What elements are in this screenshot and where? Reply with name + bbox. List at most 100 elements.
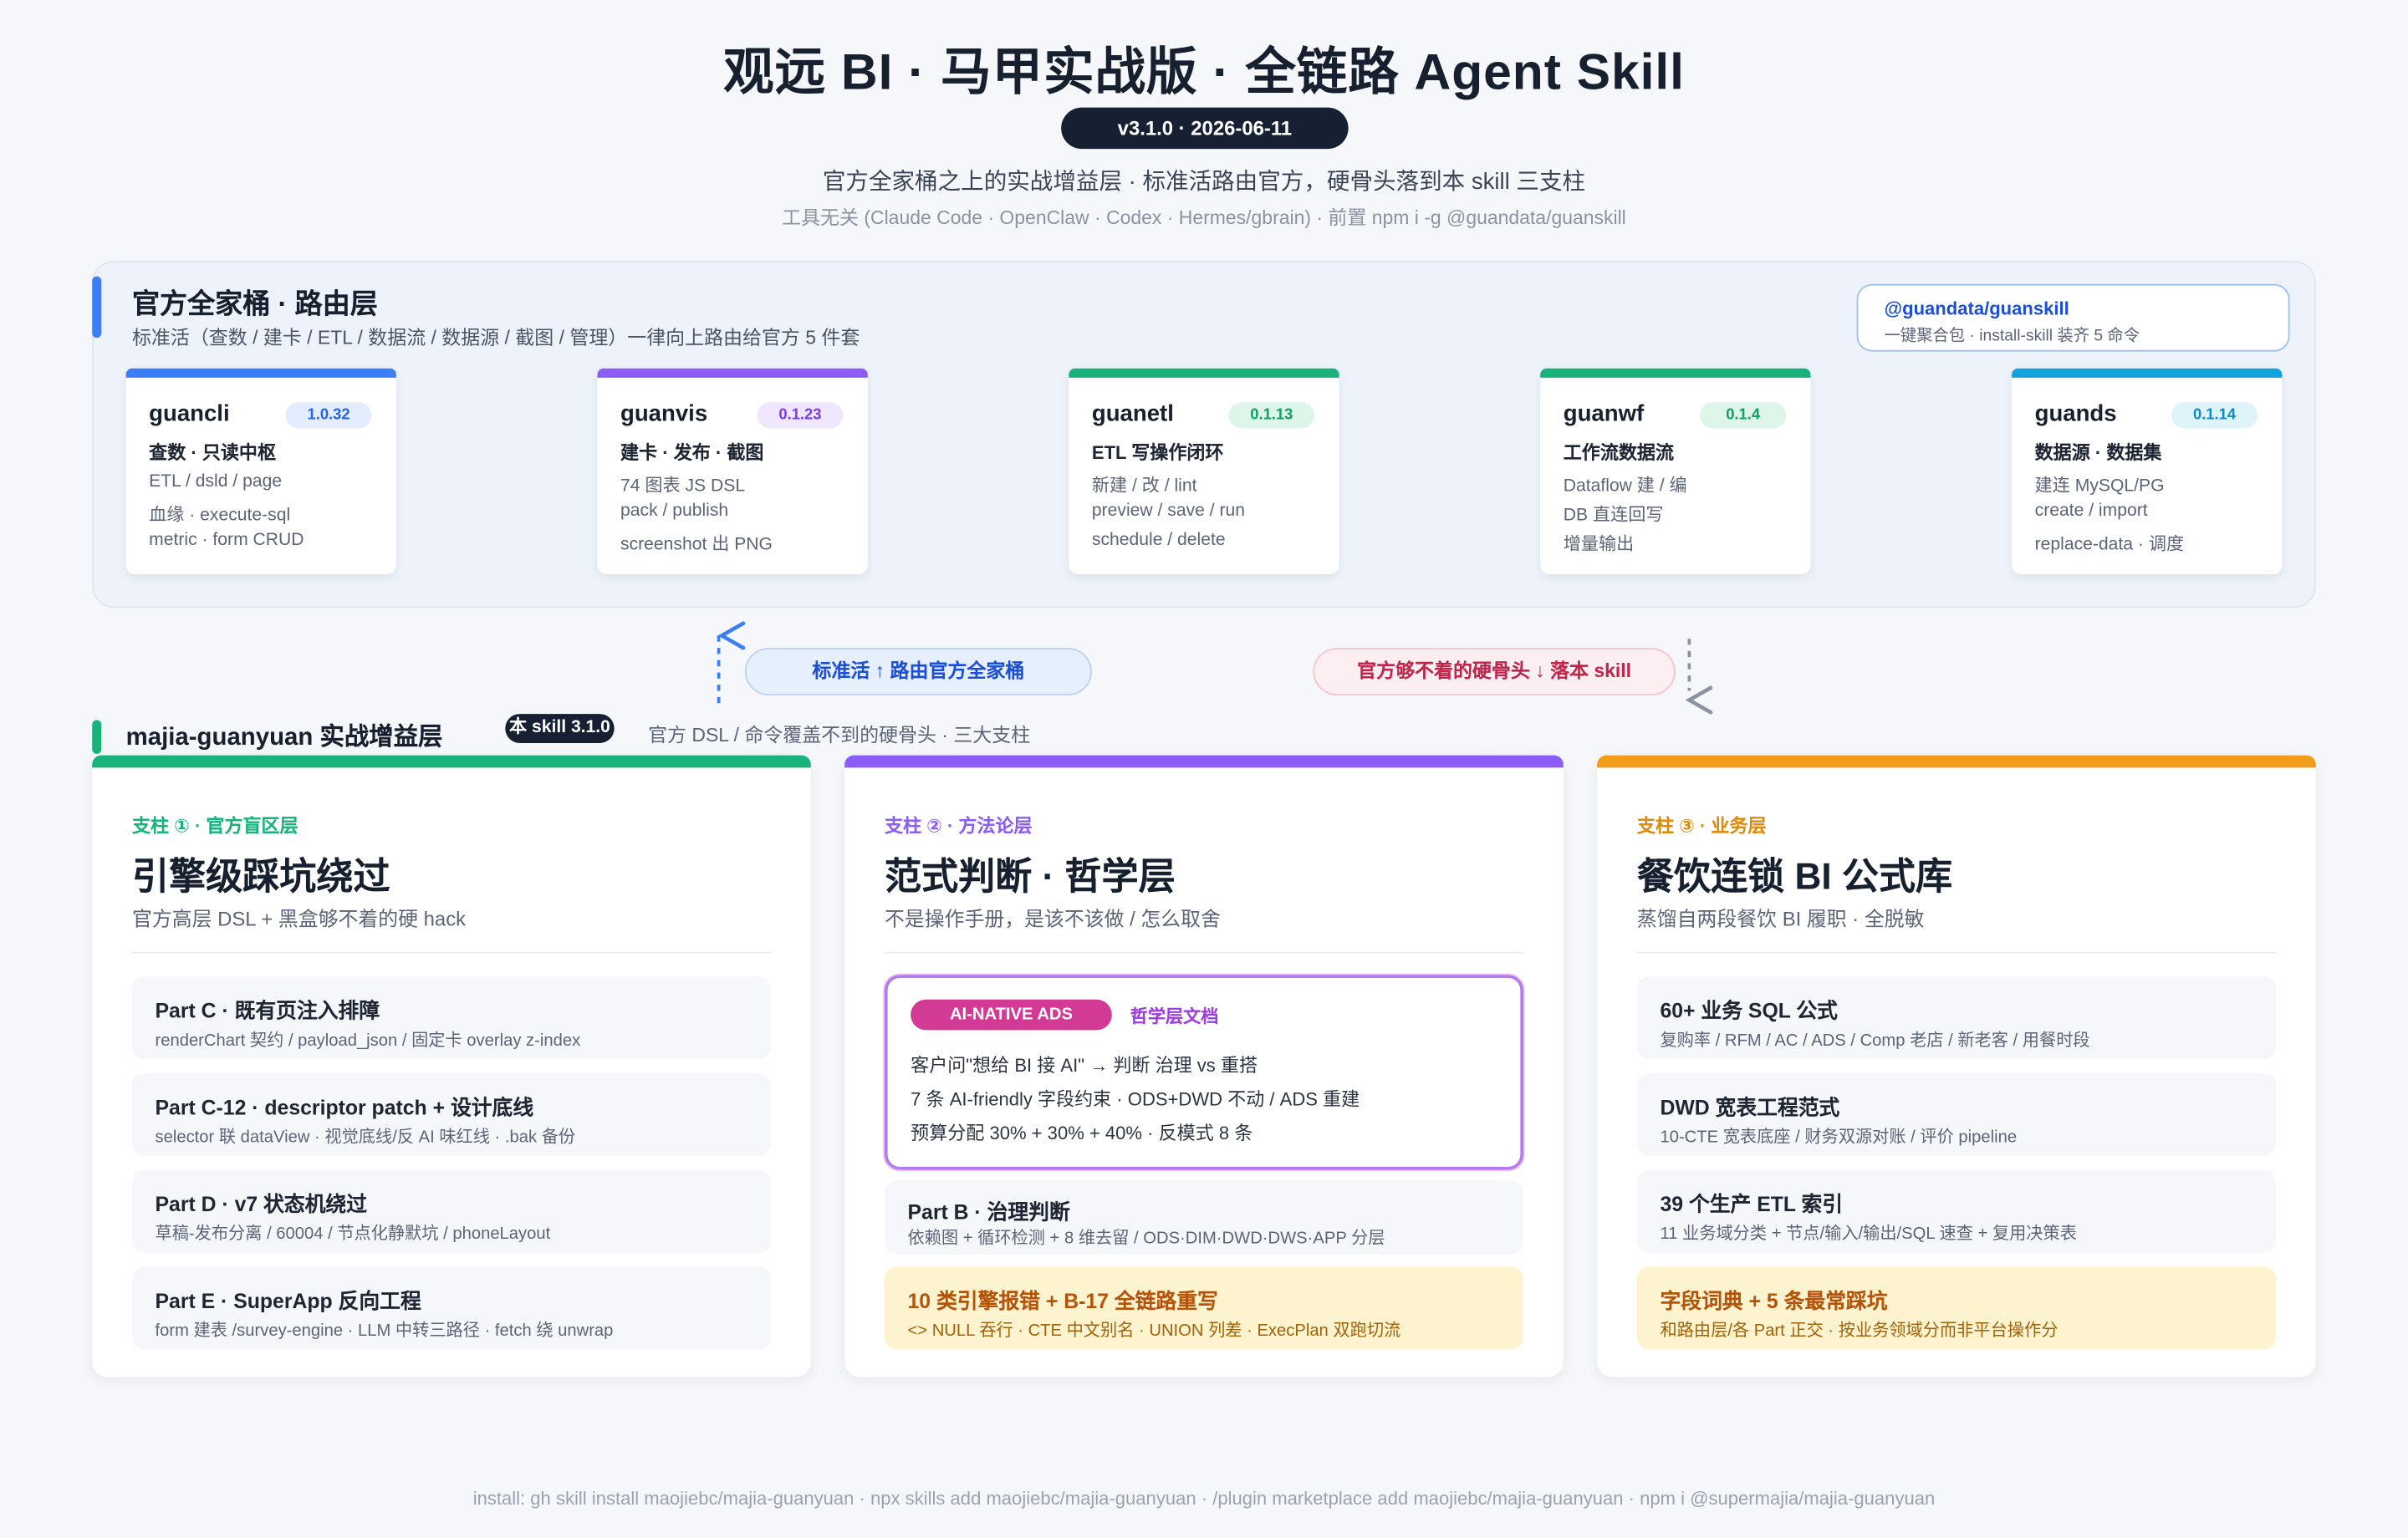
item-desc: form 建表 /survey-engine · LLM 中转三路径 · fet…	[155, 1322, 614, 1341]
item-title: 39 个生产 ETL 索引	[1660, 1193, 1844, 1216]
package-card-guancli: guancli 1.0.32 查数 · 只读中枢 ETL / dsld / page 血…	[125, 368, 396, 574]
divider	[131, 951, 772, 954]
pillar-3-title: 餐饮连锁 BI 公式库	[1636, 856, 1953, 899]
list-item: 60+ 业务 SQL 公式 复购率 / RFM / AC / ADS / Com…	[1636, 976, 2276, 1060]
skill-title: majia-guanyuan 实战增益层	[125, 724, 443, 751]
list-item-highlight: 10 类引擎报错 + B-17 全链路重写 <> NULL 吞行 · CTE 中…	[884, 1266, 1524, 1350]
ads-line: 7 条 AI-friendly 字段约束 · ODS+DWD 不动 / ADS …	[911, 1088, 1360, 1110]
divider	[884, 951, 1524, 954]
pillar-3-top-bar	[1597, 755, 2316, 768]
package-feature-line: 增量输出	[1563, 536, 1635, 555]
package-card-guands: guands 0.1.14 数据源 · 数据集 建连 MySQL/PG create /…	[2012, 368, 2283, 574]
package-version-badge: 0.1.23	[757, 402, 844, 429]
package-card-guanvis: guanvis 0.1.23 建卡 · 发布 · 截图 74 图表 JS DSL pac…	[597, 368, 868, 574]
package-feature-line: pack / publish	[620, 502, 729, 521]
item-desc: 复购率 / RFM / AC / ADS / Comp 老店 / 新老客 / 用…	[1660, 1031, 2090, 1051]
item-desc: 和路由层/各 Part 正交 · 按业务领域分而非平台操作分	[1660, 1322, 2059, 1341]
package-feature-line: screenshot 出 PNG	[620, 536, 773, 555]
package-accent-bar	[597, 368, 868, 378]
item-desc: selector 联 dataView · 视觉底线/反 AI 味红线 · .b…	[155, 1128, 576, 1148]
package-role: 查数 · 只读中枢	[149, 441, 277, 464]
package-feature-line: preview / save / run	[1091, 502, 1246, 521]
package-feature-line: ETL / dsld / page	[149, 472, 283, 491]
list-item: 39 个生产 ETL 索引 11 业务域分类 + 节点/输入/输出/SQL 速查…	[1636, 1169, 2276, 1253]
package-feature-line: Dataflow 建 / 编	[1563, 477, 1687, 497]
bundle-name: @guandata/guanskill	[1884, 298, 2069, 320]
item-title: 10 类引擎报错 + B-17 全链路重写	[907, 1289, 1218, 1313]
divider	[1636, 951, 2276, 954]
item-title: 字段词典 + 5 条最常踩坑	[1660, 1289, 1888, 1313]
skill-accent-bar	[92, 720, 102, 754]
pillar-1-label: 支柱 ① · 官方盲区层	[131, 815, 298, 838]
version-badge: v3.1.0 · 2026-06-11	[1061, 107, 1349, 150]
package-feature-line: schedule / delete	[1091, 531, 1226, 550]
bundle-desc: 一键聚合包 · install-skill 装齐 5 命令	[1884, 327, 2140, 346]
item-title: 60+ 业务 SQL 公式	[1660, 999, 1838, 1023]
route-down-arrow	[1685, 639, 1713, 715]
package-feature-line: create / import	[2034, 502, 2148, 521]
list-item: DWD 宽表工程范式 10-CTE 宽表底座 / 财务双源对账 / 评价 pip…	[1636, 1072, 2276, 1157]
item-title: DWD 宽表工程范式	[1660, 1096, 1840, 1119]
ads-line: 预算分配 30% + 30% + 40% · 反模式 8 条	[911, 1122, 1253, 1144]
pillar-1-top-bar	[92, 755, 811, 768]
page-note: 工具无关 (Claude Code · OpenClaw · Codex · H…	[782, 206, 1626, 229]
item-desc: <> NULL 吞行 · CTE 中文别名 · UNION 列差 · ExecP…	[907, 1322, 1401, 1341]
page-subtitle: 官方全家桶之上的实战增益层 · 标准活路由官方，硬骨头落到本 skill 三支柱	[822, 169, 1586, 196]
ads-doc-label: 哲学层文档	[1130, 1008, 1219, 1027]
skill-badge: 本 skill 3.1.0	[505, 714, 615, 743]
pillar-1-subtitle: 官方高层 DSL + 黑盒够不着的硬 hack	[131, 907, 467, 931]
package-name: guands	[2034, 400, 2117, 427]
package-role: ETL 写操作闭环	[1091, 441, 1224, 464]
package-name: guanvis	[620, 400, 708, 427]
package-feature-line: DB 直连回写	[1563, 507, 1664, 526]
package-role: 工作流数据流	[1563, 441, 1675, 464]
list-item: Part C-12 · descriptor patch + 设计底线 sele…	[131, 1072, 772, 1157]
item-title: Part B · 治理判断	[907, 1200, 1070, 1224]
routing-title: 官方全家桶 · 路由层	[131, 288, 378, 320]
bundle-pill: @guandata/guanskill 一键聚合包 · install-skil…	[1856, 283, 2290, 352]
item-title: Part C · 既有页注入排障	[155, 999, 380, 1023]
package-feature-line: replace-data · 调度	[2034, 536, 2185, 555]
item-title: Part C-12 · descriptor patch + 设计底线	[155, 1096, 534, 1119]
list-item: Part D · v7 状态机绕过 草稿-发布分离 / 60004 / 节点化静…	[131, 1169, 772, 1253]
package-name: guancli	[149, 400, 230, 427]
package-feature-line: metric · form CRUD	[149, 531, 304, 550]
package-accent-bar	[2012, 368, 2283, 378]
package-version-badge: 0.1.14	[2171, 402, 2258, 429]
routing-subtitle: 标准活（查数 / 建卡 / ETL / 数据流 / 数据源 / 截图 / 管理）…	[131, 327, 860, 349]
item-desc: 11 业务域分类 + 节点/输入/输出/SQL 速查 + 复用决策表	[1660, 1225, 2077, 1244]
route-down-label: 官方够不着的硬骨头 ↓ 落本 skill	[1313, 648, 1676, 696]
item-desc: 10-CTE 宽表底座 / 财务双源对账 / 评价 pipeline	[1660, 1128, 2018, 1148]
pillar-3-card: 支柱 ③ · 业务层 餐饮连锁 BI 公式库 蒸馏自两段餐饮 BI 履职 · 全…	[1597, 755, 2316, 1378]
package-version-badge: 1.0.32	[285, 402, 372, 429]
item-title: Part E · SuperApp 反向工程	[155, 1289, 421, 1313]
list-item: Part E · SuperApp 反向工程 form 建表 /survey-e…	[131, 1266, 772, 1350]
route-up-label: 标准活 ↑ 路由官方全家桶	[744, 648, 1092, 696]
pillar-2-subtitle: 不是操作手册，是该不该做 / 怎么取舍	[884, 907, 1221, 931]
package-card-guanetl: guanetl 0.1.13 ETL 写操作闭环 新建 / 改 / lint previ…	[1069, 368, 1339, 574]
canvas: 观远 BI · 马甲实战版 · 全链路 Agent Skill v3.1.0 ·…	[0, 0, 2408, 1538]
pillar-3-label: 支柱 ③ · 业务层	[1636, 815, 1767, 838]
package-version-badge: 0.1.13	[1228, 402, 1315, 429]
skill-subtitle: 官方 DSL / 命令覆盖不到的硬骨头 · 三大支柱	[648, 724, 1031, 746]
package-accent-bar	[125, 368, 396, 378]
pillar-2-title: 范式判断 · 哲学层	[884, 856, 1176, 899]
package-name: guanwf	[1563, 400, 1645, 427]
pillar-3-subtitle: 蒸馏自两段餐饮 BI 履职 · 全脱敏	[1636, 907, 1925, 931]
ads-line: 客户问"想给 BI 接 AI" → 判断 治理 vs 重搭	[911, 1054, 1258, 1077]
list-item: Part C · 既有页注入排障 renderChart 契约 / payloa…	[131, 976, 772, 1060]
item-desc: 草稿-发布分离 / 60004 / 节点化静默坑 / phoneLayout	[155, 1225, 551, 1244]
package-name: guanetl	[1091, 400, 1174, 427]
package-feature-line: 建连 MySQL/PG	[2034, 477, 2165, 497]
install-footer: install: gh skill install maojiebc/majia…	[472, 1487, 1936, 1510]
package-role: 建卡 · 发布 · 截图	[620, 441, 764, 464]
item-desc: 依赖图 + 循环检测 + 8 维去留 / ODS·DIM·DWD·DWS·APP…	[907, 1230, 1385, 1249]
list-item: Part B · 治理判断 依赖图 + 循环检测 + 8 维去留 / ODS·D…	[884, 1180, 1524, 1255]
ads-tag: AI-NATIVE ADS	[911, 999, 1112, 1031]
pillar-2-card: 支柱 ② · 方法论层 范式判断 · 哲学层 不是操作手册，是该不该做 / 怎么…	[844, 755, 1564, 1378]
pillar-2-top-bar	[844, 755, 1564, 768]
routing-accent-bar	[92, 276, 102, 339]
package-feature-line: 74 图表 JS DSL	[620, 477, 746, 497]
list-item-highlight: 字段词典 + 5 条最常踩坑 和路由层/各 Part 正交 · 按业务领域分而非…	[1636, 1266, 2276, 1350]
package-feature-line: 血缘 · execute-sql	[149, 507, 291, 526]
